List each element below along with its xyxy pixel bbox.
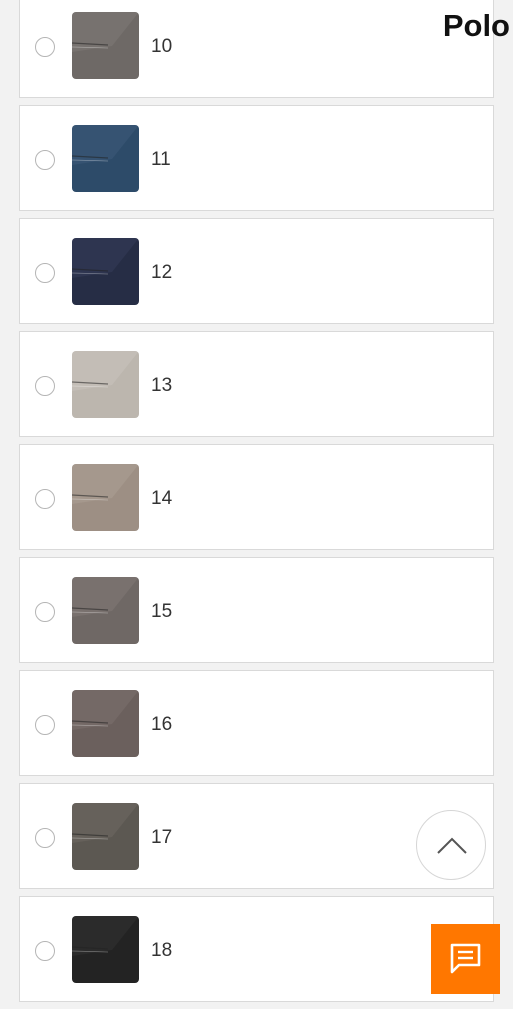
- color-code-label: 16: [151, 714, 173, 735]
- fabric-swatch-image: [72, 803, 139, 870]
- color-radio-button[interactable]: [35, 37, 55, 57]
- fabric-swatch-image: [72, 690, 139, 757]
- chat-button[interactable]: [431, 924, 500, 994]
- color-radio-button[interactable]: [35, 376, 55, 396]
- color-radio-button[interactable]: [35, 489, 55, 509]
- color-option-row[interactable]: 10: [19, 0, 494, 98]
- color-code-label: 15: [151, 601, 173, 622]
- color-code-label: 13: [151, 375, 173, 396]
- chat-icon: [450, 943, 481, 974]
- color-radio-button[interactable]: [35, 828, 55, 848]
- fabric-swatch-image: [72, 125, 139, 192]
- color-option-row[interactable]: 12: [19, 218, 494, 324]
- color-code-label: 14: [151, 488, 173, 509]
- color-code-label: 12: [151, 262, 173, 283]
- chevron-up-icon: [437, 837, 467, 854]
- color-option-row[interactable]: 15: [19, 557, 494, 663]
- color-code-label: 11: [151, 149, 171, 170]
- fabric-swatch-image: [72, 577, 139, 644]
- color-radio-button[interactable]: [35, 602, 55, 622]
- fabric-swatch-image: [72, 351, 139, 418]
- color-option-row[interactable]: 16: [19, 670, 494, 776]
- color-radio-button[interactable]: [35, 150, 55, 170]
- color-option-row[interactable]: 18: [19, 896, 494, 1002]
- fabric-swatch-image: [72, 12, 139, 79]
- product-title: Polo: [442, 8, 510, 43]
- scroll-to-top-button[interactable]: [416, 810, 486, 880]
- color-code-label: 17: [151, 827, 173, 848]
- color-option-row[interactable]: 13: [19, 331, 494, 437]
- color-option-row[interactable]: 11: [19, 105, 494, 211]
- color-radio-button[interactable]: [35, 263, 55, 283]
- fabric-swatch-image: [72, 464, 139, 531]
- color-radio-button[interactable]: [35, 715, 55, 735]
- fabric-swatch-image: [72, 238, 139, 305]
- color-radio-button[interactable]: [35, 941, 55, 961]
- color-code-label: 18: [151, 940, 173, 961]
- color-code-label: 10: [151, 36, 173, 57]
- fabric-swatch-image: [72, 916, 139, 983]
- color-option-row[interactable]: 14: [19, 444, 494, 550]
